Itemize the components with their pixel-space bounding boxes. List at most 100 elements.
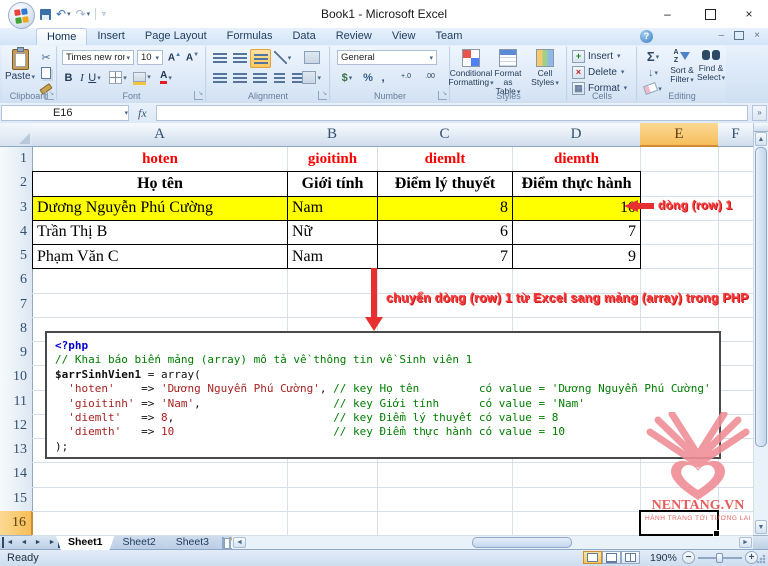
font-name-select[interactable]: Times new rom▾ — [62, 50, 134, 65]
sort-filter-button[interactable]: AZ Sort & Filter▾ — [668, 49, 696, 85]
wrap-text-button[interactable] — [302, 49, 321, 66]
number-dialog-launcher[interactable]: ↘ — [438, 91, 447, 100]
cell-styles-button[interactable]: Cell Styles▾ — [527, 49, 563, 88]
resize-grip[interactable] — [756, 554, 766, 564]
row-header-13[interactable]: 13 — [0, 438, 33, 463]
cell-B1[interactable]: gioitinh — [287, 147, 378, 172]
vertical-split-handle[interactable] — [754, 123, 768, 132]
insert-cells-button[interactable]: +Insert▾ — [572, 49, 621, 63]
row-header-16[interactable]: 16 — [0, 511, 33, 536]
cell-D4[interactable]: 7 — [512, 220, 641, 245]
alignment-dialog-launcher[interactable]: ↘ — [318, 91, 327, 100]
column-header-B[interactable]: B — [287, 123, 378, 147]
delete-cells-button[interactable]: ×Delete▾ — [572, 65, 624, 79]
minimize-button[interactable]: – — [645, 0, 690, 28]
ribbon-tab-team[interactable]: Team — [425, 28, 472, 45]
top-align-button[interactable] — [210, 49, 229, 66]
row-header-3[interactable]: 3 — [0, 196, 33, 221]
column-header-C[interactable]: C — [377, 123, 513, 147]
tab-splitter[interactable] — [222, 537, 231, 549]
fill-color-button[interactable]: ▾ — [132, 69, 152, 84]
ribbon-tab-home[interactable]: Home — [36, 28, 87, 45]
tab-nav-prev-button[interactable]: ◄ — [18, 537, 30, 548]
cell-B2[interactable]: Giới tính — [287, 171, 378, 196]
row-header-1[interactable]: 1 — [0, 147, 33, 172]
view-normal-button[interactable] — [583, 551, 602, 564]
cut-button[interactable]: ✂ — [38, 50, 54, 64]
font-color-button[interactable]: A▾ — [156, 70, 176, 85]
office-button[interactable] — [8, 2, 35, 29]
zoom-level[interactable]: 190% — [650, 552, 677, 564]
formula-bar-expand-button[interactable]: » — [752, 105, 767, 121]
workbook-minimize-button[interactable]: ‒ — [719, 30, 725, 41]
italic-button[interactable]: I — [76, 70, 88, 85]
borders-button[interactable]: ▾ — [108, 70, 128, 85]
row-header-14[interactable]: 14 — [0, 462, 33, 487]
undo-button[interactable]: ↶▾ — [56, 7, 71, 21]
cell-C5[interactable]: 7 — [377, 244, 513, 269]
clipboard-dialog-launcher[interactable]: ↘ — [45, 91, 54, 100]
row-header-6[interactable]: 6 — [0, 268, 33, 293]
column-header-A[interactable]: A — [32, 123, 288, 147]
column-header-D[interactable]: D — [512, 123, 641, 147]
cell-A1[interactable]: hoten — [32, 147, 288, 172]
row-header-9[interactable]: 9 — [0, 341, 33, 366]
ribbon-tab-page-layout[interactable]: Page Layout — [135, 28, 217, 45]
maximize-button[interactable] — [690, 0, 730, 28]
increase-decimal-button[interactable]: +.0 — [395, 73, 417, 80]
decrease-decimal-button[interactable]: .00 — [419, 73, 441, 80]
orientation-button[interactable]: ▾ — [273, 49, 292, 66]
name-box[interactable]: E16 ▾ — [1, 105, 129, 121]
middle-align-button[interactable] — [230, 49, 249, 66]
vertical-scrollbar-thumb[interactable] — [755, 147, 767, 447]
align-left-button[interactable] — [210, 69, 229, 86]
font-dialog-launcher[interactable]: ↘ — [194, 91, 203, 100]
paste-button[interactable]: Paste▾ — [4, 49, 36, 82]
select-all-corner[interactable] — [0, 123, 33, 147]
cell-C3[interactable]: 8 — [377, 196, 513, 221]
view-page-break-button[interactable] — [621, 551, 640, 564]
ribbon-tab-data[interactable]: Data — [282, 28, 325, 45]
accounting-format-button[interactable]: $▾ — [337, 70, 357, 85]
ribbon-tab-insert[interactable]: Insert — [87, 28, 135, 45]
scroll-down-button[interactable]: ▼ — [755, 520, 767, 534]
row-header-11[interactable]: 11 — [0, 390, 33, 415]
formula-input[interactable] — [156, 105, 748, 121]
align-center-button[interactable] — [230, 69, 249, 86]
cell-A3[interactable]: Dương Nguyễn Phú Cường — [32, 196, 288, 221]
cell-A2[interactable]: Họ tên — [32, 171, 288, 196]
percent-style-button[interactable]: % — [361, 70, 375, 85]
cell-D1[interactable]: diemth — [512, 147, 641, 172]
conditional-formatting-button[interactable]: Conditional Formatting▾ — [453, 49, 489, 88]
help-button[interactable]: ? — [640, 30, 653, 43]
horizontal-scrollbar-thumb[interactable] — [472, 537, 572, 548]
sheet-tab-sheet3[interactable]: Sheet3 — [164, 536, 221, 550]
ribbon-tab-review[interactable]: Review — [326, 28, 382, 45]
cell-C2[interactable]: Điểm lý thuyết — [377, 171, 513, 196]
cell-B4[interactable]: Nữ — [287, 220, 378, 245]
column-header-F[interactable]: F — [718, 123, 754, 147]
close-button[interactable]: × — [730, 0, 768, 28]
row-header-7[interactable]: 7 — [0, 293, 33, 318]
merge-center-button[interactable]: ▾ — [302, 69, 321, 86]
workbook-close-button[interactable]: × — [754, 30, 760, 41]
fill-button[interactable]: ↓▾ — [641, 65, 665, 80]
row-header-12[interactable]: 12 — [0, 414, 33, 439]
row-header-5[interactable]: 5 — [0, 244, 33, 269]
save-button[interactable] — [40, 9, 51, 20]
shrink-font-button[interactable]: A▼ — [184, 50, 201, 65]
view-page-layout-button[interactable] — [602, 551, 621, 564]
font-size-select[interactable]: 10▾ — [137, 50, 163, 65]
cell-C1[interactable]: diemlt — [377, 147, 513, 172]
underline-button[interactable]: U▾ — [88, 70, 101, 85]
row-header-4[interactable]: 4 — [0, 220, 33, 245]
row-header-15[interactable]: 15 — [0, 487, 33, 512]
bold-button[interactable]: B — [62, 70, 75, 85]
fill-handle[interactable] — [713, 530, 720, 537]
horizontal-scrollbar[interactable]: ◄ ► — [232, 535, 753, 549]
find-select-button[interactable]: Find & Select▾ — [697, 49, 725, 83]
sheet-tab-sheet2[interactable]: Sheet2 — [110, 536, 167, 550]
format-as-table-button[interactable]: Format as Table▾ — [490, 49, 526, 97]
workbook-restore-button[interactable] — [734, 31, 744, 40]
vertical-scrollbar[interactable]: ▲ ▼ — [753, 123, 768, 535]
